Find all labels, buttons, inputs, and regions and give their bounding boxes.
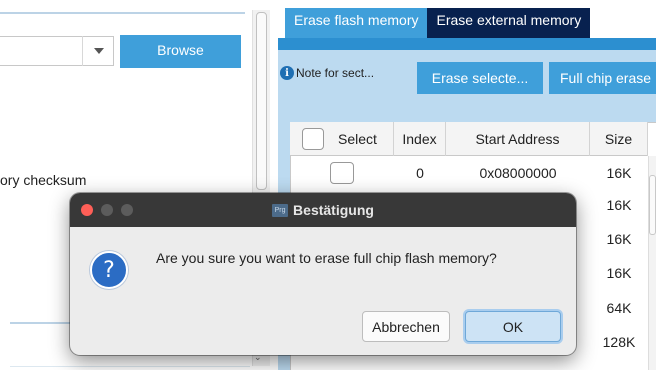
row-index: 0 [416,165,424,181]
row-size: 128K [602,334,636,350]
column-header-index[interactable]: Index [394,122,446,156]
select-all-checkbox[interactable] [302,128,324,150]
column-header-size[interactable]: Size [590,122,648,156]
column-header-select[interactable]: Select [290,122,394,156]
panel-scrollbar-thumb[interactable] [256,12,267,190]
row-start-address: 0x08000000 [479,165,557,181]
row-size: 16K [606,165,632,181]
browse-button[interactable]: Browse [120,35,241,68]
table-row[interactable]: 0 0x08000000 16K [290,156,648,190]
row-checkbox[interactable] [330,162,354,184]
row-size: 16K [606,265,632,281]
cancel-button[interactable]: Abbrechen [362,311,450,342]
tab-erase-flash-memory[interactable]: Erase flash memory [285,8,428,38]
sector-note-label: Note for sect... [296,66,375,80]
divider-bottom-secondary [10,366,250,367]
erase-selected-button[interactable]: Erase selecte... [417,62,543,94]
dialog-message: Are you sure you want to erase full chip… [156,250,497,266]
dialog-title-wrap: Prg Bestätigung [70,193,576,227]
dialog-title: Bestätigung [293,202,374,218]
column-header-select-label: Select [338,131,377,147]
divider-top [0,12,245,14]
app-icon: Prg [272,203,289,217]
column-header-start-address[interactable]: Start Address [446,122,590,156]
full-chip-erase-button[interactable]: Full chip erase [549,62,656,94]
tab-content-header-band [278,38,656,50]
question-icon: ? [90,251,128,289]
erase-tabs: Erase flash memory Erase external memory [285,8,591,38]
table-scrollbar-thumb[interactable] [649,175,656,235]
combobox-dropdown-button[interactable] [82,36,114,66]
info-icon: i [280,66,294,80]
row-size: 16K [606,197,632,213]
memory-checksum-label: ory checksum [0,172,87,188]
chevron-down-icon [93,48,104,54]
row-size: 64K [606,300,632,316]
row-select-cell [290,156,394,190]
sector-table-header: Select Index Start Address Size [290,122,648,156]
confirmation-dialog: Prg Bestätigung ? Are you sure you want … [70,193,576,355]
ok-button[interactable]: OK [465,311,561,342]
sector-note[interactable]: i Note for sect... [280,66,374,80]
row-size: 16K [606,231,632,247]
tab-erase-external-memory[interactable]: Erase external memory [427,8,591,38]
